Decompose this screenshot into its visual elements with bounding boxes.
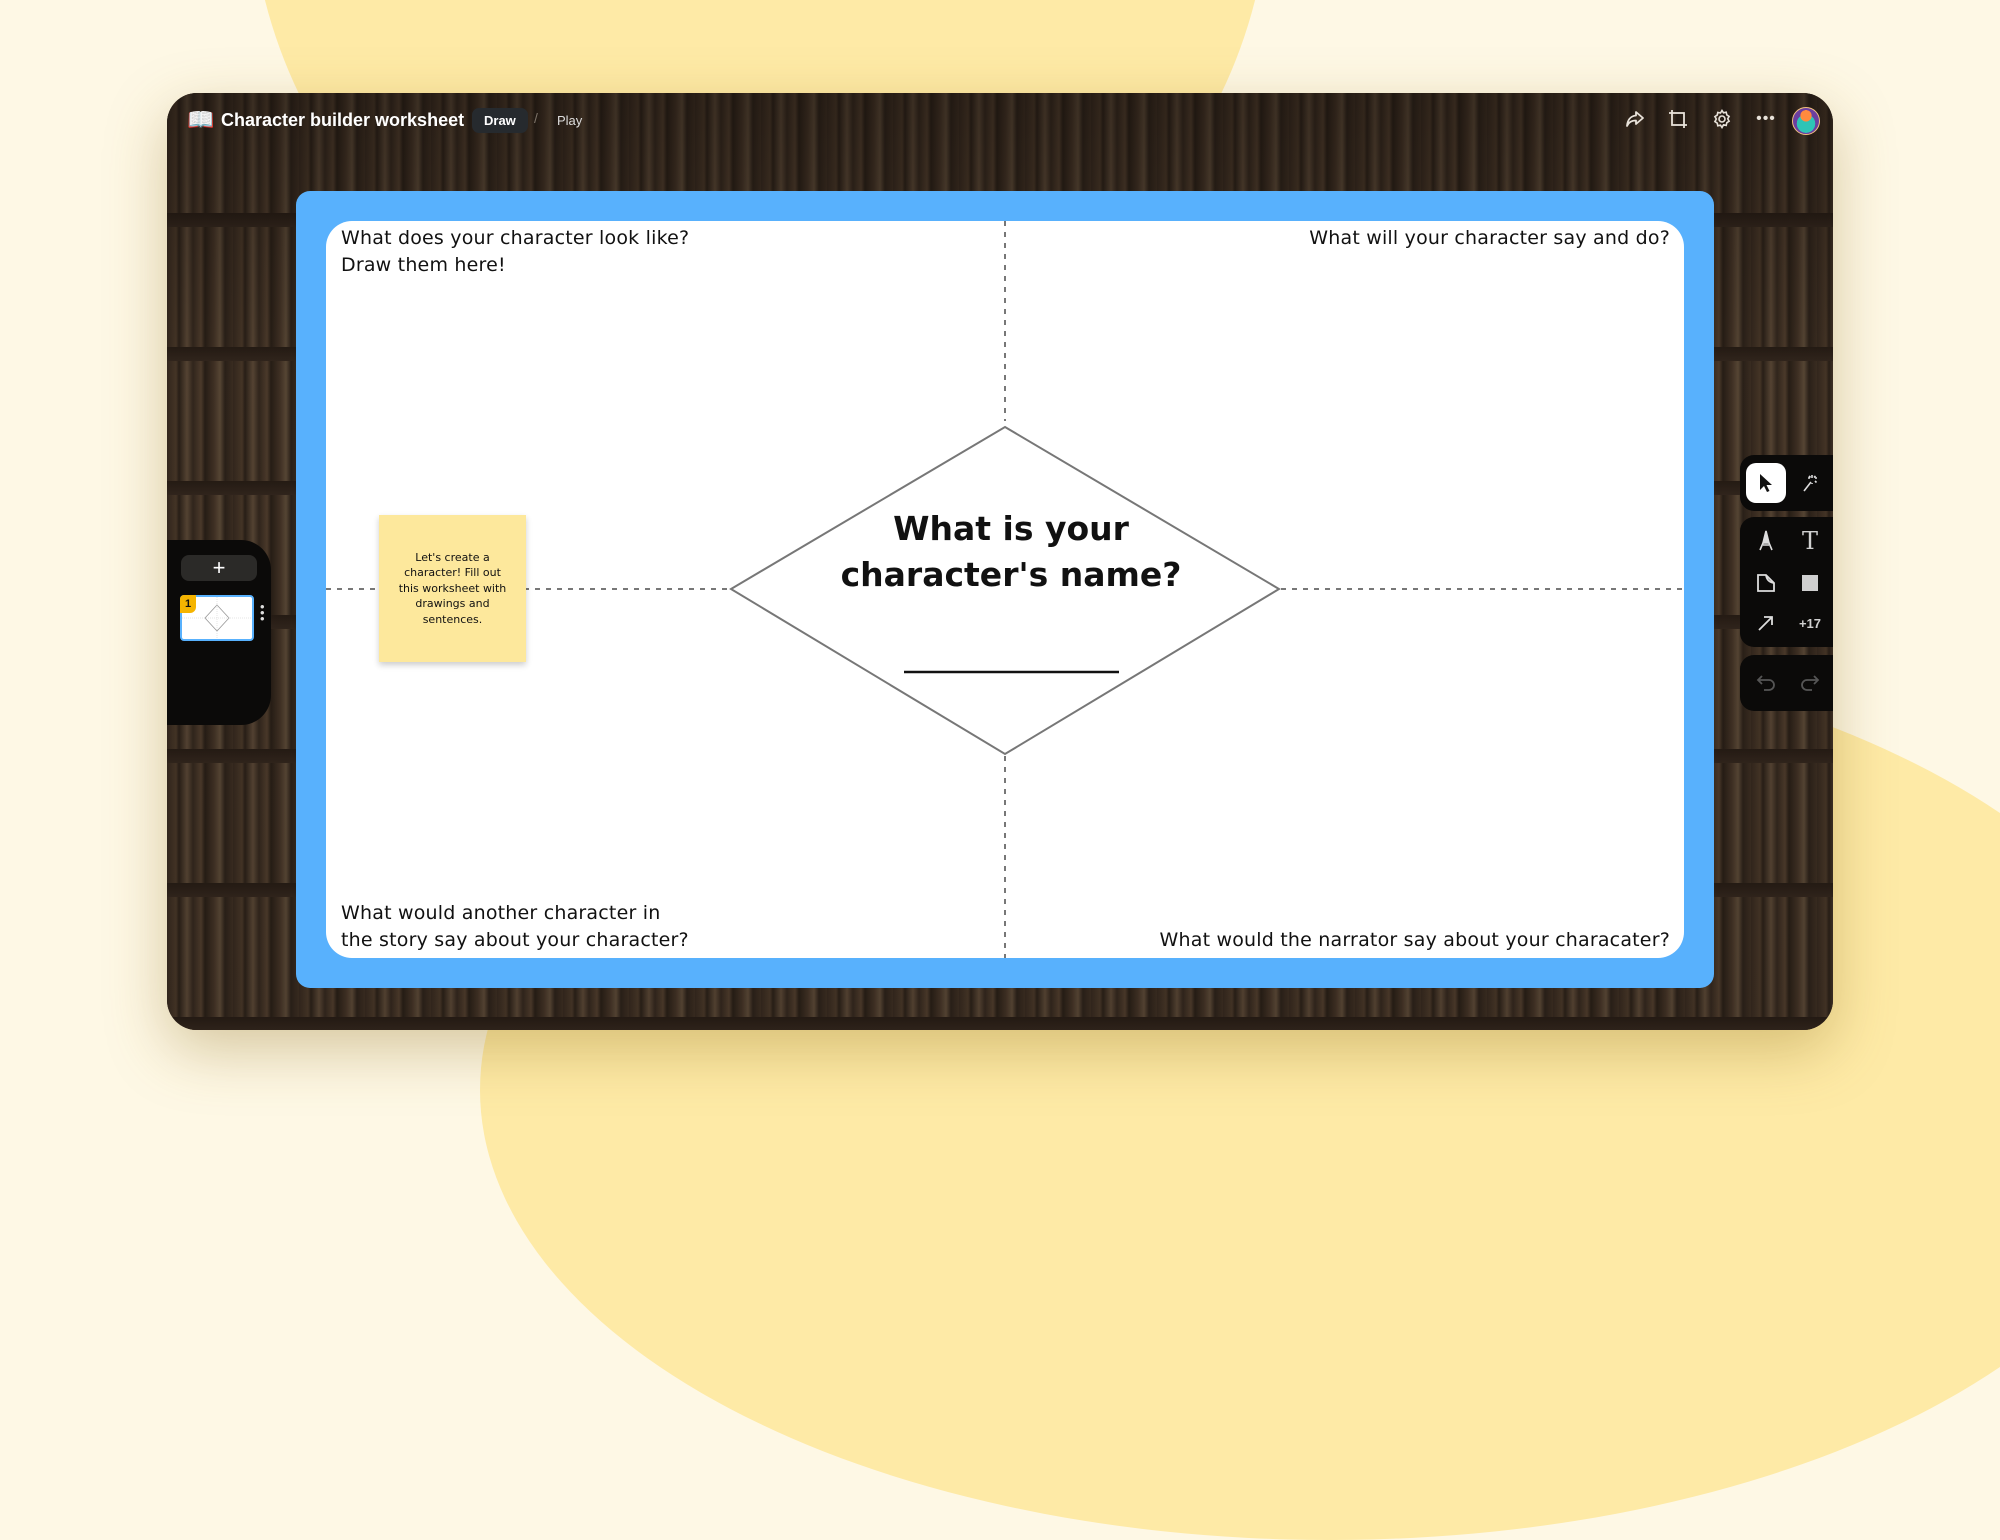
undo-icon xyxy=(1756,675,1775,691)
square-shape-icon xyxy=(1802,575,1818,591)
text-tool[interactable]: T xyxy=(1790,521,1830,561)
question-line: What is your xyxy=(893,509,1129,548)
question-line: character's name? xyxy=(840,555,1182,594)
sticky-note[interactable]: Let's create a character! Fill out this … xyxy=(379,515,526,662)
add-page-button[interactable]: + xyxy=(181,555,257,581)
mode-play-button[interactable]: Play xyxy=(557,113,582,128)
worksheet-paper[interactable]: What does your character look like? Draw… xyxy=(326,221,1684,958)
question-line: Draw them here! xyxy=(341,254,506,276)
redo-button[interactable] xyxy=(1790,663,1830,703)
more-horizontal-icon[interactable]: ••• xyxy=(1754,107,1778,131)
share-icon[interactable] xyxy=(1623,107,1647,131)
app-window: 📖 Character builder worksheet Draw / Pla… xyxy=(167,93,1833,1030)
more-tools-button[interactable]: +17 xyxy=(1790,603,1830,643)
settings-gear-icon[interactable] xyxy=(1710,107,1734,131)
crop-frame-icon[interactable] xyxy=(1666,107,1690,131)
pointer-arrow-icon xyxy=(1760,474,1772,492)
tool-group-create: T +17 xyxy=(1740,517,1833,647)
magic-wand-icon xyxy=(1803,475,1818,492)
page-number-badge: 1 xyxy=(180,595,196,613)
question-say-and-do: What will your character say and do? xyxy=(1309,225,1670,252)
question-line: the story say about your character? xyxy=(341,929,689,951)
tool-group-history xyxy=(1740,655,1833,711)
page-options-icon[interactable]: • • • xyxy=(260,600,266,625)
document-title[interactable]: Character builder worksheet xyxy=(221,110,464,131)
top-bar: 📖 Character builder worksheet Draw / Pla… xyxy=(167,93,1833,143)
sticky-note-text: Let's create a character! Fill out this … xyxy=(398,550,507,626)
pen-nib-icon xyxy=(1759,530,1773,551)
arrow-diagonal-icon xyxy=(1758,616,1773,631)
shape-tool[interactable] xyxy=(1790,563,1830,603)
question-appearance: What does your character look like? Draw… xyxy=(341,225,689,279)
pages-panel: + 1 • • • xyxy=(167,540,271,725)
mode-separator: / xyxy=(534,110,538,126)
magic-wand-tool[interactable] xyxy=(1790,463,1830,503)
mode-draw-button[interactable]: Draw xyxy=(472,108,528,133)
pen-tool[interactable] xyxy=(1746,521,1786,561)
question-line: What would the narrator say about your c… xyxy=(1159,929,1670,951)
select-tool[interactable] xyxy=(1746,463,1786,503)
question-line: What will your character say and do? xyxy=(1309,227,1670,249)
undo-button[interactable] xyxy=(1746,663,1786,703)
open-book-icon: 📖 xyxy=(187,107,215,132)
question-other-character: What would another character in the stor… xyxy=(341,900,689,954)
character-name-question: What is your character's name? xyxy=(801,506,1221,598)
tool-group-select xyxy=(1740,455,1833,511)
tool-palette: T +17 xyxy=(1740,455,1833,711)
question-narrator: What would the narrator say about your c… xyxy=(1160,927,1670,954)
sticky-note-tool[interactable] xyxy=(1746,563,1786,603)
sticky-note-icon xyxy=(1757,574,1775,592)
question-line: What does your character look like? xyxy=(341,227,690,249)
question-line: What would another character in xyxy=(341,902,661,924)
user-avatar[interactable] xyxy=(1792,107,1820,135)
redo-icon xyxy=(1801,675,1820,691)
arrow-tool[interactable] xyxy=(1746,603,1786,643)
